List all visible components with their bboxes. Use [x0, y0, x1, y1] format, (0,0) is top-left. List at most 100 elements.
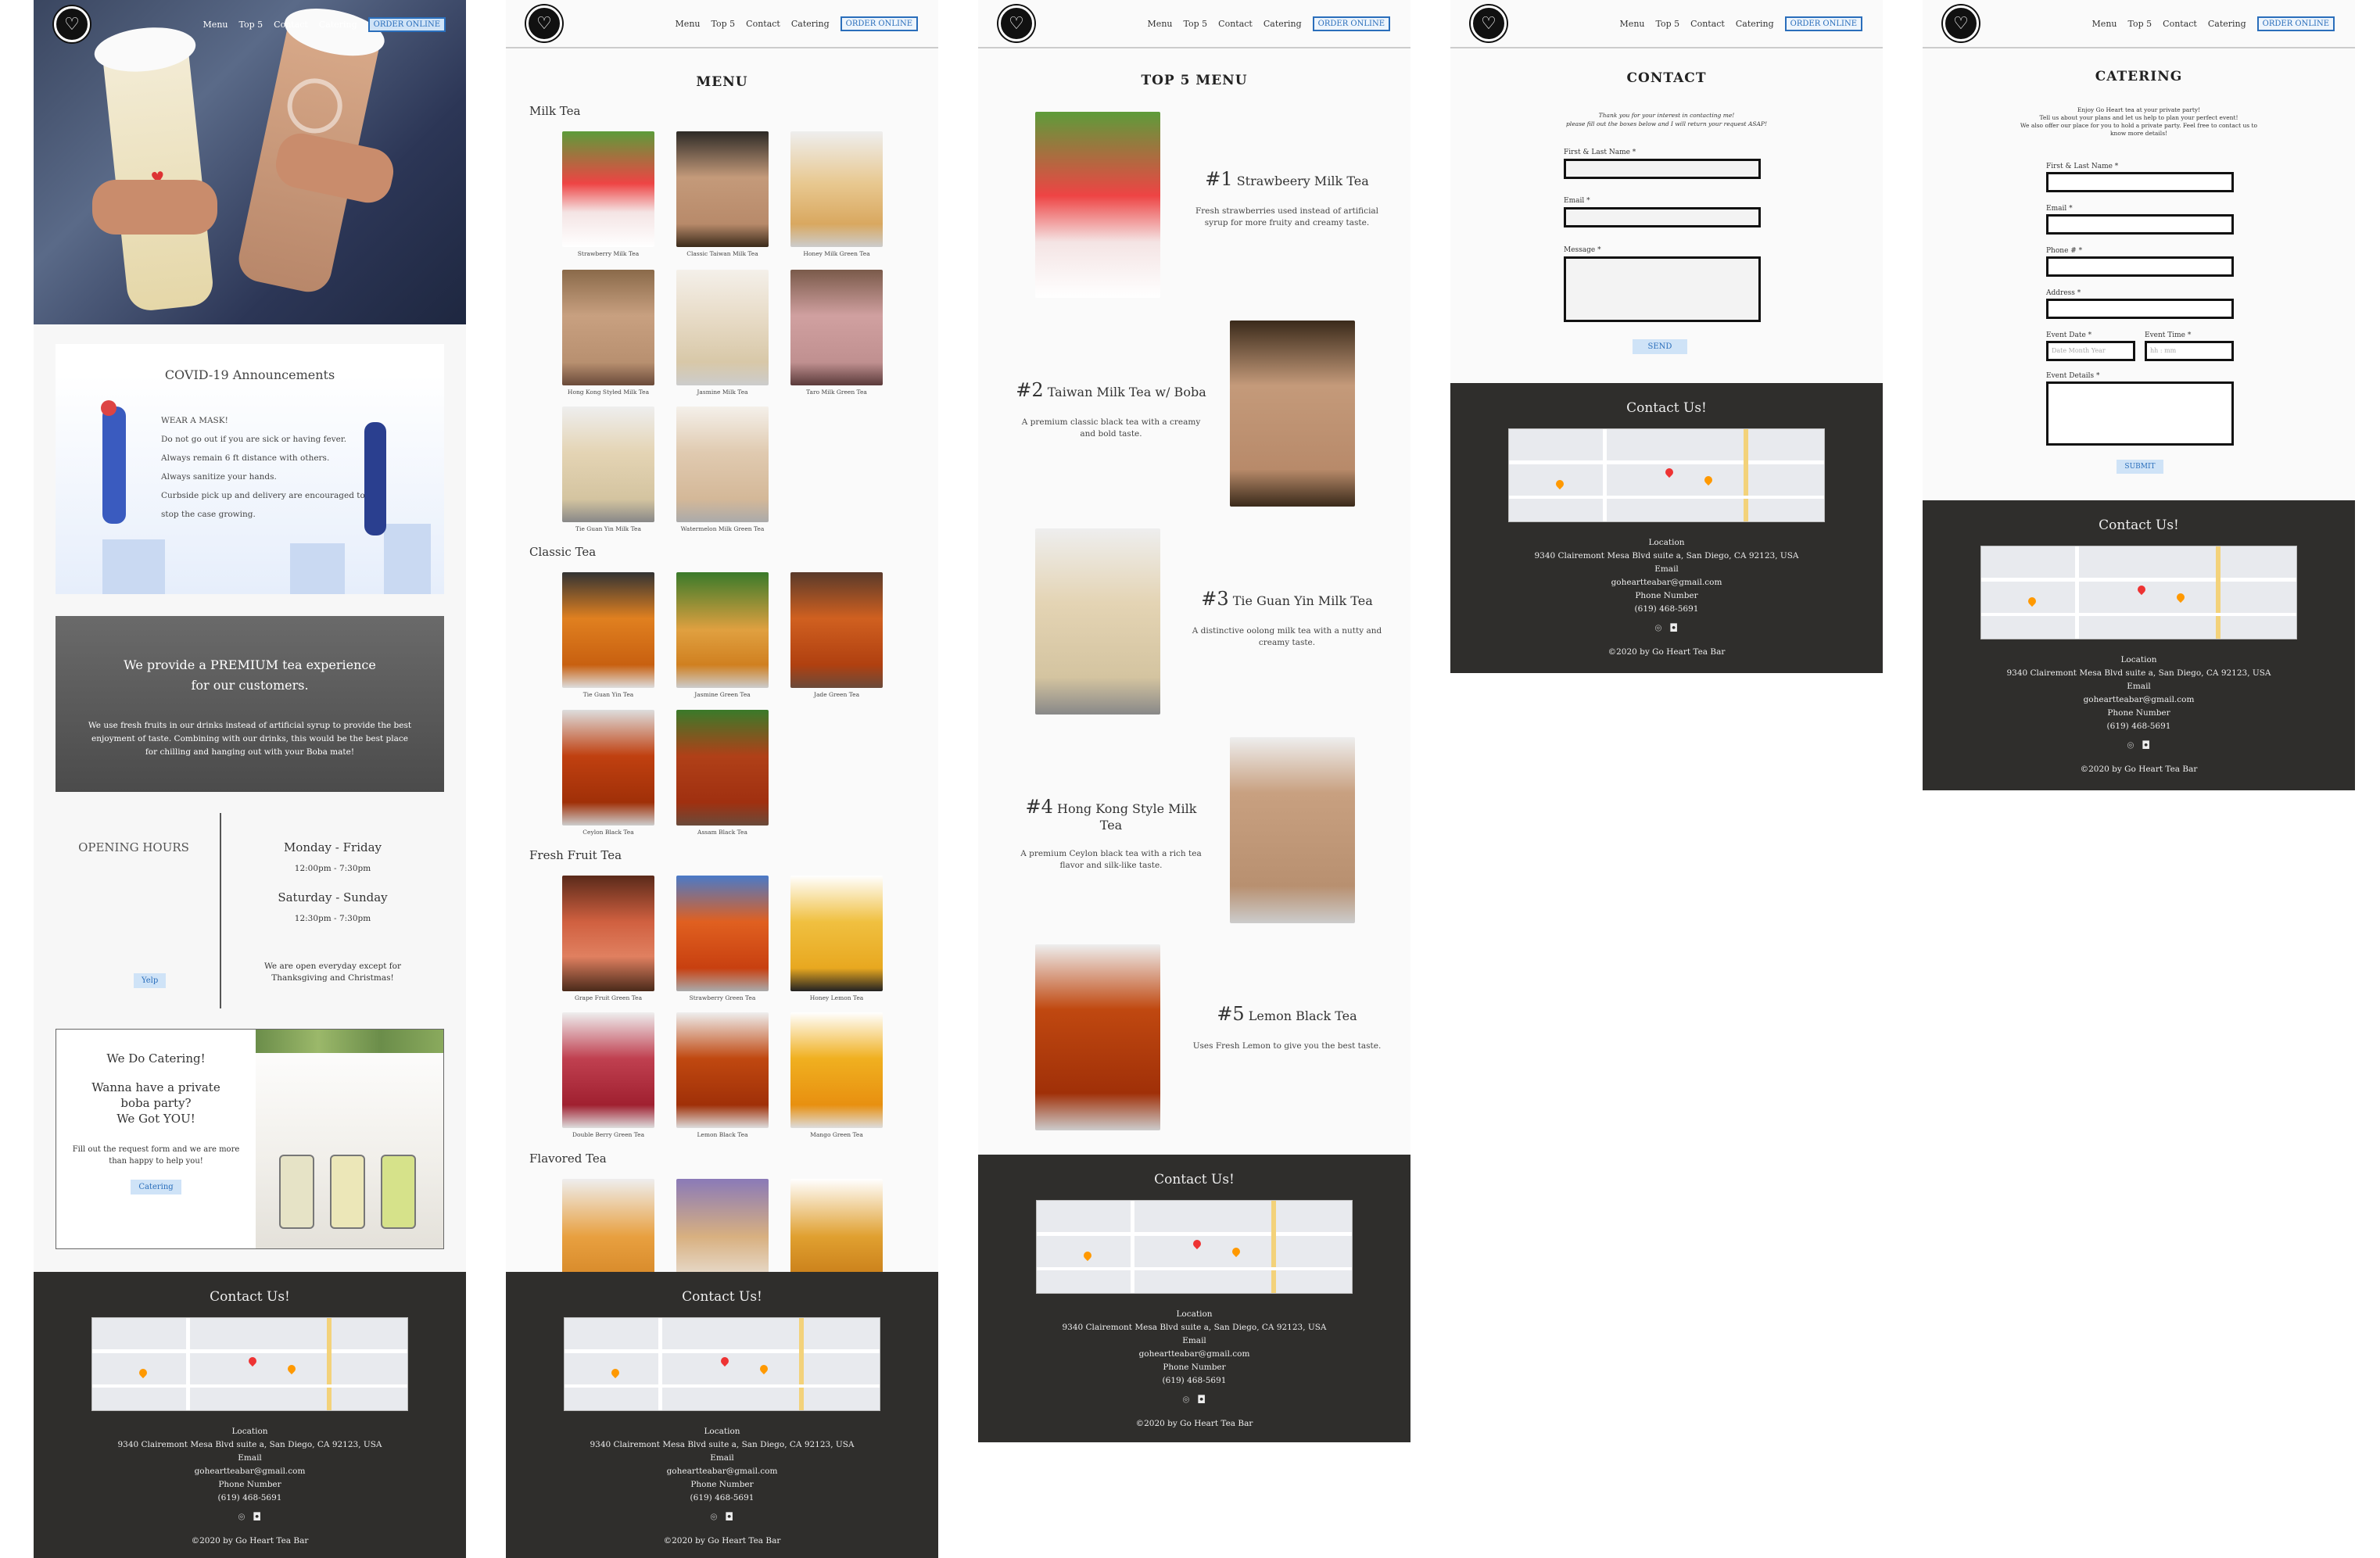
nav-menu[interactable]: Menu	[203, 20, 228, 30]
location-map[interactable]	[1036, 1200, 1353, 1294]
event-date-field[interactable]: Date Month Year	[2046, 341, 2135, 361]
map-pin-icon[interactable]: ⌾	[1655, 622, 1661, 635]
event-details-field[interactable]	[2046, 381, 2234, 446]
menu-item[interactable]: Jasmine Milk Tea	[676, 270, 769, 396]
instagram-icon[interactable]: ◘	[253, 1511, 261, 1524]
order-online-button[interactable]: ORDER ONLINE	[1784, 16, 1862, 31]
email-field[interactable]	[1564, 207, 1761, 227]
email[interactable]: goheartteabar@gmail.com	[34, 1465, 466, 1478]
order-online-button[interactable]: ORDER ONLINE	[840, 16, 918, 31]
location-map[interactable]	[564, 1317, 880, 1411]
logo[interactable]: ♡	[998, 5, 1034, 41]
premium-heading-2: for our customers.	[191, 678, 309, 693]
menu-item[interactable]: Tie Guan Yin Milk Tea	[562, 407, 654, 532]
catering-button[interactable]: Catering	[131, 1180, 181, 1194]
instagram-icon[interactable]: ◘	[1197, 1394, 1206, 1406]
order-online-button[interactable]: ORDER ONLINE	[2256, 16, 2335, 31]
menu-item[interactable]: Honey Milk Green Tea	[790, 131, 883, 257]
instagram-icon[interactable]: ◘	[2142, 740, 2150, 752]
menu-item[interactable]: Assam Black Tea	[676, 710, 769, 836]
menu-item[interactable]: Lemon Black Tea	[676, 1012, 769, 1138]
menu-item[interactable]: Grape Fruit Green Tea	[562, 876, 654, 1001]
map-pin-icon[interactable]: ⌾	[2127, 740, 2134, 752]
order-online-button[interactable]: ORDER ONLINE	[367, 16, 446, 32]
logo[interactable]: ♡	[526, 5, 562, 41]
map-pin-icon[interactable]: ⌾	[1183, 1394, 1189, 1406]
location-map[interactable]	[1980, 546, 2297, 639]
location-map[interactable]	[1508, 428, 1825, 522]
submit-button[interactable]: SUBMIT	[2117, 460, 2163, 474]
nav-menu[interactable]: Menu	[1148, 19, 1173, 29]
email[interactable]: goheartteabar@gmail.com	[1923, 693, 2355, 707]
address: 9340 Clairemont Mesa Blvd suite a, San D…	[590, 1440, 855, 1449]
email-field[interactable]	[2046, 214, 2234, 235]
email[interactable]: goheartteabar@gmail.com	[1450, 576, 1883, 589]
phone[interactable]: (619) 468-5691	[1450, 603, 1883, 616]
menu-item[interactable]: Tie Guan Yin Tea	[562, 572, 654, 698]
yelp-button[interactable]: Yelp	[134, 973, 167, 988]
event-time-field[interactable]: hh : mm	[2145, 341, 2234, 361]
menu-item[interactable]: Mango Green Tea	[790, 1012, 883, 1138]
nav-top5[interactable]: Top 5	[2128, 19, 2152, 29]
menu-item[interactable]: Double Berry Green Tea	[562, 1012, 654, 1138]
name-field[interactable]	[1564, 159, 1761, 179]
message-field[interactable]	[1564, 256, 1761, 322]
phone[interactable]: (619) 468-5691	[34, 1492, 466, 1505]
address: 9340 Clairemont Mesa Blvd suite a, San D…	[2006, 668, 2271, 678]
top-item-number: #2	[1016, 379, 1044, 401]
menu-item[interactable]: Watermelon Milk Green Tea	[676, 407, 769, 532]
menu-item[interactable]: Classic Taiwan Milk Tea	[676, 131, 769, 257]
nav-top5[interactable]: Top 5	[1184, 19, 1208, 29]
nav-top5[interactable]: Top 5	[239, 20, 263, 30]
email[interactable]: goheartteabar@gmail.com	[506, 1465, 938, 1478]
menu-item[interactable]: Ceylon Black Tea	[562, 710, 654, 836]
nav-top5[interactable]: Top 5	[711, 19, 736, 29]
location-map[interactable]	[91, 1317, 408, 1411]
nav-contact[interactable]: Contact	[2163, 19, 2197, 29]
email[interactable]: goheartteabar@gmail.com	[978, 1348, 1410, 1361]
address-field[interactable]	[2046, 299, 2234, 319]
nav-catering[interactable]: Catering	[319, 20, 357, 30]
menu-item[interactable]	[790, 1179, 883, 1273]
menu-item[interactable]: Strawberry Milk Tea	[562, 131, 654, 257]
nav-catering[interactable]: Catering	[791, 19, 830, 29]
menu-item[interactable]	[676, 1179, 769, 1273]
name-label: First & Last Name *	[2046, 163, 2119, 170]
logo[interactable]: ♡	[54, 6, 90, 42]
map-pin-icon[interactable]: ⌾	[238, 1511, 245, 1524]
holiday-note-2: Thanksgiving and Christmas!	[271, 973, 394, 983]
map-pin-icon[interactable]: ⌾	[711, 1511, 717, 1524]
footer-title: Contact Us!	[2099, 518, 2179, 533]
nav-contact[interactable]: Contact	[746, 19, 780, 29]
menu-item[interactable]	[562, 1179, 654, 1273]
menu-item[interactable]: Honey Lemon Tea	[790, 876, 883, 1001]
logo[interactable]: ♡	[1471, 5, 1507, 41]
phone[interactable]: (619) 468-5691	[506, 1492, 938, 1505]
top-item-name: Hong Kong Style Milk Tea	[1057, 801, 1197, 833]
nav-menu[interactable]: Menu	[676, 19, 701, 29]
menu-item[interactable]: Hong Kong Styled Milk Tea	[562, 270, 654, 396]
send-button[interactable]: SEND	[1633, 339, 1687, 354]
logo[interactable]: ♡	[1943, 5, 1979, 41]
menu-item[interactable]: Jade Green Tea	[790, 572, 883, 698]
nav-contact[interactable]: Contact	[274, 20, 308, 30]
instagram-icon[interactable]: ◘	[725, 1511, 733, 1524]
instagram-icon[interactable]: ◘	[1669, 622, 1678, 635]
menu-item[interactable]: Taro Milk Green Tea	[790, 270, 883, 396]
name-field[interactable]	[2046, 172, 2234, 192]
order-online-button[interactable]: ORDER ONLINE	[1312, 16, 1390, 31]
menu-item[interactable]: Strawberry Green Tea	[676, 876, 769, 1001]
menu-item[interactable]: Jasmine Green Tea	[676, 572, 769, 698]
phone-field[interactable]	[2046, 256, 2234, 277]
hero-image: ♥	[34, 0, 466, 324]
nav-catering[interactable]: Catering	[2208, 19, 2246, 29]
nav-contact[interactable]: Contact	[1218, 19, 1253, 29]
phone[interactable]: (619) 468-5691	[978, 1374, 1410, 1388]
nav-contact[interactable]: Contact	[1690, 19, 1725, 29]
nav-menu[interactable]: Menu	[1620, 19, 1645, 29]
phone[interactable]: (619) 468-5691	[1923, 720, 2355, 733]
nav-menu[interactable]: Menu	[2092, 19, 2117, 29]
nav-top5[interactable]: Top 5	[1656, 19, 1680, 29]
nav-catering[interactable]: Catering	[1736, 19, 1774, 29]
nav-catering[interactable]: Catering	[1263, 19, 1302, 29]
